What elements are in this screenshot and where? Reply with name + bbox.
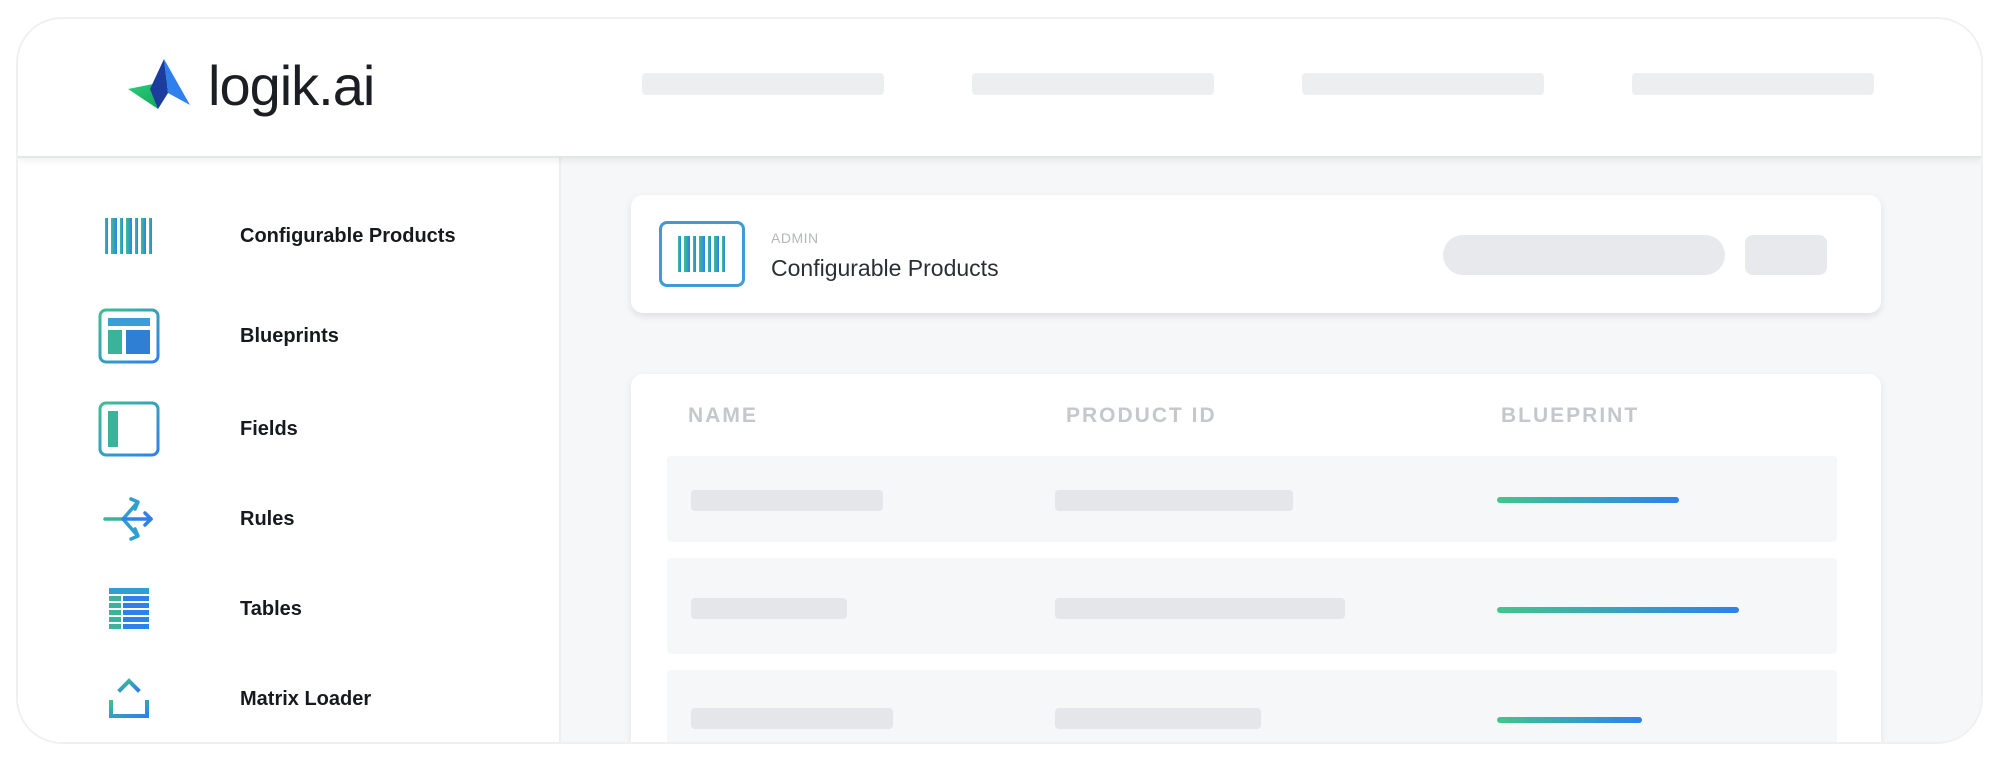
name-cell-placeholder <box>691 598 847 619</box>
product-id-cell-placeholder <box>1055 598 1345 619</box>
sidebar-item-label: Fields <box>240 417 298 440</box>
sidebar-item-label: Rules <box>240 507 295 530</box>
nav-link-placeholder[interactable] <box>972 73 1214 95</box>
breadcrumb: ADMIN <box>771 230 819 246</box>
field-icon <box>98 400 160 458</box>
sidebar-item-rules[interactable]: Rules <box>98 489 294 549</box>
blueprint-bar <box>1497 497 1679 503</box>
upload-icon <box>98 670 160 728</box>
logo-icon <box>128 59 190 109</box>
blueprint-icon <box>98 307 160 365</box>
sidebar-item-label: Matrix Loader <box>240 687 372 710</box>
product-id-cell-placeholder <box>1055 490 1293 511</box>
column-header-product-id[interactable]: PRODUCT ID <box>1066 404 1217 428</box>
table-row[interactable] <box>667 558 1837 654</box>
sidebar: Configurable Products Blueprints Fields … <box>18 156 561 742</box>
page-title: Configurable Products <box>771 255 999 281</box>
column-header-name[interactable]: NAME <box>688 404 758 428</box>
action-button-placeholder[interactable] <box>1745 235 1827 275</box>
sidebar-item-blueprints[interactable]: Blueprints <box>98 306 339 366</box>
name-cell-placeholder <box>691 708 893 729</box>
column-header-blueprint[interactable]: BLUEPRINT <box>1501 404 1639 428</box>
brand-logo[interactable]: logik.ai <box>128 53 375 117</box>
sidebar-item-matrix-loader[interactable]: Matrix Loader <box>98 669 371 729</box>
blueprint-bar <box>1497 717 1642 723</box>
sidebar-item-configurable-products[interactable]: Configurable Products <box>98 206 456 266</box>
rules-arrows-icon <box>98 490 160 548</box>
main-content: ADMIN Configurable Products NAME PRODUCT… <box>561 156 1981 742</box>
table-row[interactable] <box>667 456 1837 542</box>
barcode-icon <box>659 221 745 287</box>
product-id-cell-placeholder <box>1055 708 1261 729</box>
sidebar-item-tables[interactable]: Tables <box>98 579 302 639</box>
barcode-icon <box>98 207 160 265</box>
name-cell-placeholder <box>691 490 883 511</box>
nav-link-placeholder[interactable] <box>642 73 884 95</box>
top-bar: logik.ai <box>18 19 1981 158</box>
table-icon <box>98 580 160 638</box>
sidebar-item-fields[interactable]: Fields <box>98 399 298 459</box>
sidebar-item-label: Tables <box>240 597 302 620</box>
app-window: logik.ai Configurable Products Blueprint… <box>16 17 1983 744</box>
brand-name: logik.ai <box>208 53 375 117</box>
table-row[interactable] <box>667 670 1837 742</box>
products-table: NAME PRODUCT ID BLUEPRINT <box>631 374 1881 742</box>
search-input-placeholder[interactable] <box>1443 235 1725 275</box>
blueprint-bar <box>1497 607 1739 613</box>
nav-link-placeholder[interactable] <box>1632 73 1874 95</box>
page-header-card: ADMIN Configurable Products <box>631 195 1881 313</box>
sidebar-item-label: Blueprints <box>240 324 339 347</box>
sidebar-item-label: Configurable Products <box>240 224 456 247</box>
nav-link-placeholder[interactable] <box>1302 73 1544 95</box>
